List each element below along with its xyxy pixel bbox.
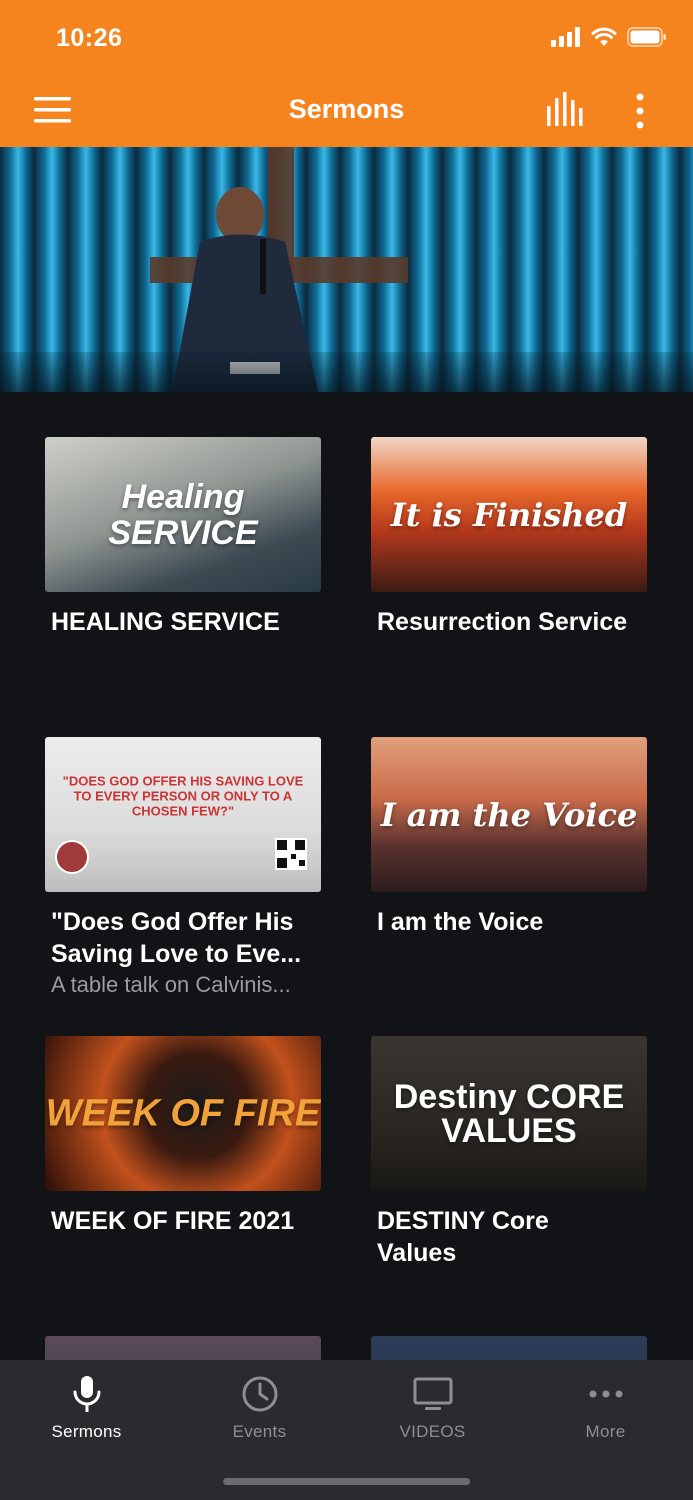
tab-videos[interactable]: VIDEOS xyxy=(346,1374,519,1442)
sermon-card[interactable]: "DOES GOD OFFER HIS SAVING LOVE TO EVERY… xyxy=(45,737,322,1000)
thumbnail-text: WEEK OF FIRE xyxy=(45,1092,321,1134)
thumbnail-text: Healing SERVICE xyxy=(108,477,258,552)
sermon-thumbnail[interactable]: Destiny CORE VALUES xyxy=(371,1036,647,1191)
sermon-title: DESTINY Core Values xyxy=(377,1207,549,1267)
sermon-subtitle: A table talk on Calvinis... xyxy=(51,972,291,997)
sermon-card[interactable]: I am the Voice I am the Voice xyxy=(371,737,648,938)
tab-label: Events xyxy=(232,1422,287,1441)
clock-icon xyxy=(242,1376,277,1412)
bar-chart-icon[interactable] xyxy=(544,92,588,128)
thumbnail-text: "DOES GOD OFFER HIS SAVING LOVE TO EVERY… xyxy=(62,773,304,819)
more-vertical-icon[interactable] xyxy=(626,92,654,130)
sermon-thumbnail[interactable]: It is Finished xyxy=(371,437,647,592)
battery-icon xyxy=(627,27,666,47)
sermon-card[interactable] xyxy=(45,1336,322,1360)
sermon-title: Resurrection Service xyxy=(377,608,628,636)
tab-label: Sermons xyxy=(51,1422,122,1441)
hero-banner-image[interactable] xyxy=(0,147,693,392)
thumbnail-text: I am the Voice xyxy=(380,795,638,834)
sermon-grid: Healing SERVICE HEALING SERVICE It is Fi… xyxy=(0,392,693,1360)
home-indicator[interactable] xyxy=(223,1478,470,1485)
app-header: 10:26 Sermons xyxy=(0,0,693,147)
sermon-title: WEEK OF FIRE 2021 xyxy=(51,1207,295,1235)
sermon-title: I am the Voice xyxy=(377,908,544,936)
sermon-thumbnail[interactable]: Healing SERVICE xyxy=(45,437,321,592)
more-horizontal-icon xyxy=(589,1390,622,1398)
sermon-title: "Does God Offer His Saving Love to Eve..… xyxy=(51,908,302,968)
sermon-thumbnail[interactable] xyxy=(371,1336,647,1360)
sermon-card[interactable]: Healing SERVICE HEALING SERVICE xyxy=(45,437,322,638)
tab-more[interactable]: More xyxy=(519,1374,692,1442)
wifi-icon xyxy=(591,27,617,46)
tab-sermons[interactable]: Sermons xyxy=(0,1374,173,1442)
signal-icon xyxy=(551,27,580,47)
speaker-avatar xyxy=(55,840,89,874)
status-icons xyxy=(551,27,667,47)
status-time: 10:26 xyxy=(56,24,123,52)
sermon-card[interactable]: Destiny CORE VALUES DESTINY Core Values xyxy=(371,1036,648,1269)
sermon-thumbnail[interactable]: I am the Voice xyxy=(371,737,647,892)
thumbnail-text: It is Finished xyxy=(390,495,628,534)
sermon-thumbnail[interactable] xyxy=(45,1336,321,1360)
tab-label: More xyxy=(585,1422,626,1441)
sermon-thumbnail[interactable]: "DOES GOD OFFER HIS SAVING LOVE TO EVERY… xyxy=(45,737,321,892)
sermon-card[interactable]: WEEK OF FIRE WEEK OF FIRE 2021 xyxy=(45,1036,322,1237)
tab-label: VIDEOS xyxy=(399,1422,466,1441)
sermon-title: HEALING SERVICE xyxy=(51,608,280,636)
page-title: Sermons xyxy=(288,94,405,124)
tab-events[interactable]: Events xyxy=(173,1374,346,1442)
sermon-thumbnail[interactable]: WEEK OF FIRE xyxy=(45,1036,321,1191)
microphone-icon xyxy=(73,1376,100,1412)
hero-stage xyxy=(0,352,693,392)
thumbnail-text: Destiny CORE VALUES xyxy=(393,1077,625,1150)
tv-icon xyxy=(413,1377,452,1410)
qr-code-icon xyxy=(275,838,307,870)
sermon-card[interactable]: It is Finished Resurrection Service xyxy=(371,437,648,638)
sermon-card[interactable] xyxy=(371,1336,648,1360)
